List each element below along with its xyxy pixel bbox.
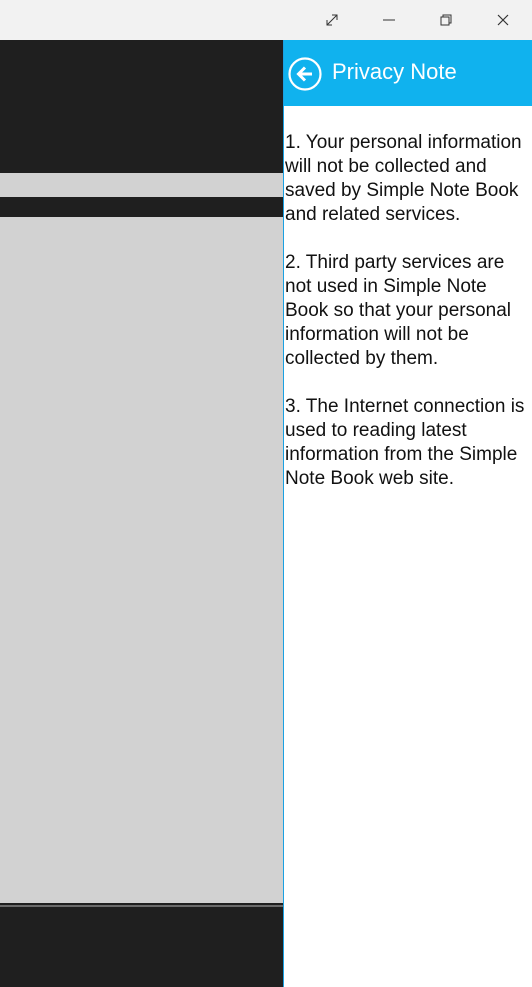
privacy-paragraph-1: 1. Your personal information will not be… <box>285 132 522 225</box>
toolbar-strip <box>0 173 283 197</box>
close-button[interactable] <box>480 0 526 40</box>
expand-icon <box>326 14 338 26</box>
privacy-paragraph-3: 3. The Internet connection is used to re… <box>285 396 525 489</box>
title-bar <box>0 0 532 40</box>
restore-icon <box>440 14 452 26</box>
flyout-header: Privacy Note <box>284 40 532 106</box>
minimize-icon <box>383 19 395 21</box>
back-button[interactable] <box>288 57 322 91</box>
privacy-text: 1. Your personal information will not be… <box>285 131 531 515</box>
minimize-button[interactable] <box>366 0 412 40</box>
flyout-title: Privacy Note <box>332 59 457 84</box>
note-editor-area[interactable] <box>0 217 283 903</box>
privacy-flyout: Privacy Note 1. Your personal informatio… <box>283 40 532 987</box>
restore-button[interactable] <box>423 0 469 40</box>
divider <box>0 905 283 907</box>
back-arrow-circle-icon <box>288 57 322 91</box>
privacy-paragraph-2: 2. Third party services are not used in … <box>285 252 512 369</box>
app-main-area <box>0 40 283 987</box>
app-window: Privacy Note 1. Your personal informatio… <box>0 0 532 987</box>
fullscreen-button[interactable] <box>309 0 355 40</box>
close-icon <box>497 14 509 26</box>
